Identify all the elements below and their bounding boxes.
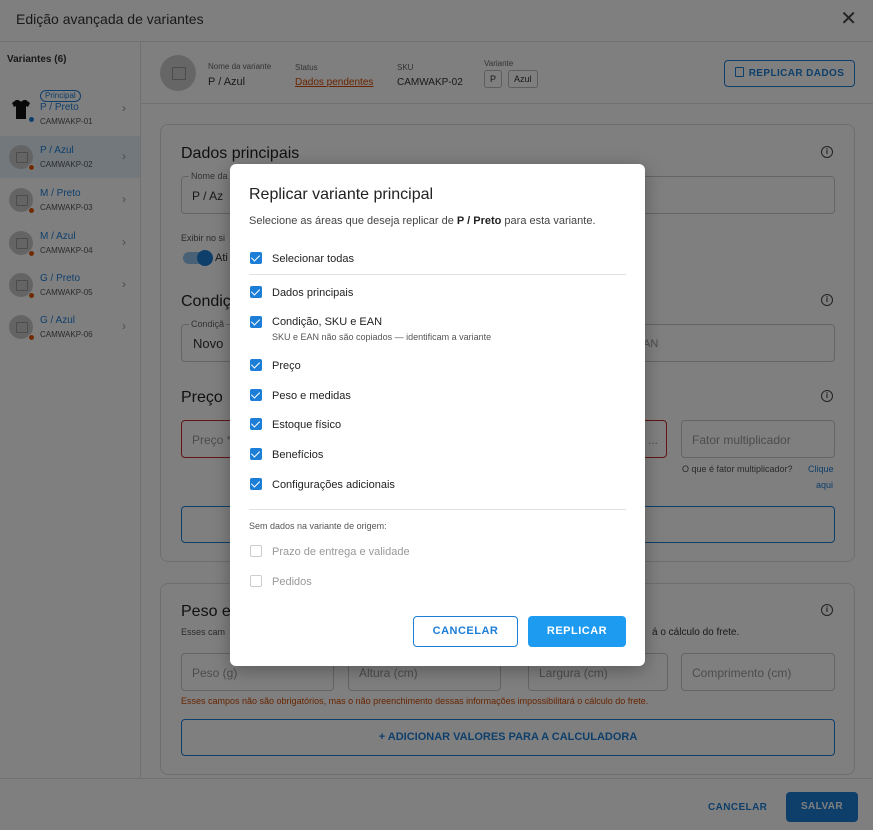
modal-replicate-button[interactable]: REPLICAR xyxy=(528,616,626,647)
option-checkbox-stock[interactable] xyxy=(250,418,262,430)
option-label-disabled: Pedidos xyxy=(272,576,312,588)
no-data-note: Sem dados na variante de origem: xyxy=(249,521,387,531)
modal-cancel-button[interactable]: CANCELAR xyxy=(413,616,518,647)
divider xyxy=(249,274,626,275)
option-label[interactable]: Benefícios xyxy=(272,449,323,461)
replicate-modal: Replicar variante principal Selecione as… xyxy=(230,164,645,666)
option-checkbox-benefits[interactable] xyxy=(250,448,262,460)
option-checkbox-orders xyxy=(250,575,262,587)
option-checkbox-main-data[interactable] xyxy=(250,286,262,298)
modal-subtitle-suffix: para esta variante. xyxy=(501,215,596,227)
option-checkbox-delivery xyxy=(250,545,262,557)
modal-title: Replicar variante principal xyxy=(249,186,434,203)
option-label[interactable]: Estoque físico xyxy=(272,419,341,431)
modal-subtitle-source: P / Preto xyxy=(456,215,502,227)
option-label[interactable]: Condição, SKU e EAN xyxy=(272,316,382,328)
option-label[interactable]: Dados principais xyxy=(272,287,353,299)
option-checkbox-condition[interactable] xyxy=(250,316,262,328)
select-all-checkbox[interactable] xyxy=(250,252,262,264)
option-checkbox-weight[interactable] xyxy=(250,389,262,401)
modal-subtitle: Selecione as áreas que deseja replicar d… xyxy=(249,215,596,227)
select-all-label[interactable]: Selecionar todas xyxy=(272,253,354,265)
modal-subtitle-prefix: Selecione as áreas que deseja replicar d… xyxy=(249,215,457,227)
option-label[interactable]: Preço xyxy=(272,360,301,372)
option-hint: SKU e EAN não são copiados — identificam… xyxy=(272,332,492,342)
option-checkbox-price[interactable] xyxy=(250,359,262,371)
option-checkbox-additional[interactable] xyxy=(250,478,262,490)
option-label[interactable]: Configurações adicionais xyxy=(272,479,395,491)
divider xyxy=(249,509,626,510)
option-label-disabled: Prazo de entrega e validade xyxy=(272,546,410,558)
option-label[interactable]: Peso e medidas xyxy=(272,390,351,402)
